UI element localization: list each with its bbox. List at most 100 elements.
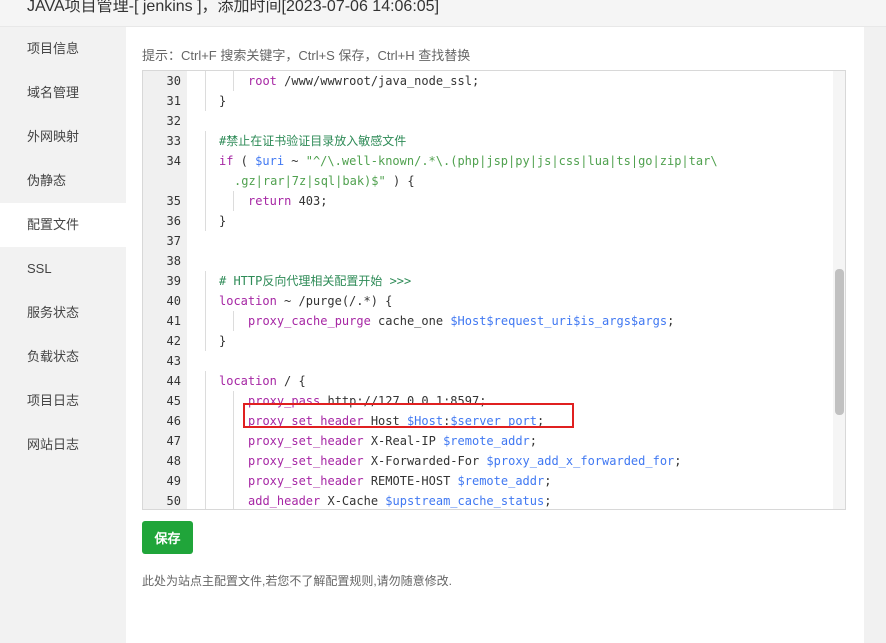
code-token: ~ (284, 154, 306, 168)
indent-guide (205, 411, 206, 431)
code-line[interactable]: 34 if ( $uri ~ "^/\.well-known/.*\.(php|j… (143, 151, 833, 171)
shortcut-hint: 提示：Ctrl+F 搜索关键字，Ctrl+S 保存，Ctrl+H 查找替换 (142, 48, 471, 63)
line-number: 49 (166, 474, 181, 488)
code-text: location / { (219, 371, 306, 391)
line-number: 45 (166, 394, 181, 408)
editor-scrollbar[interactable] (833, 71, 845, 509)
indent-guide (205, 391, 206, 411)
code-text: add_header X-Cache $upstream_cache_statu… (248, 491, 552, 509)
editor-scrollbar-thumb[interactable] (835, 269, 844, 415)
line-number: 39 (166, 274, 181, 288)
code-token: if (219, 154, 234, 168)
code-line[interactable]: 45 proxy_pass http://127.0.0.1:8597; (143, 391, 833, 411)
line-number: 47 (166, 434, 181, 448)
code-token: add_header (248, 494, 321, 508)
code-token: X-Cache (320, 494, 386, 508)
indent-guide (205, 371, 206, 391)
code-token: location (219, 374, 277, 388)
code-line[interactable]: 42} (143, 331, 833, 351)
code-line[interactable]: 39 # HTTP反向代理相关配置开始 >>> (143, 271, 833, 291)
code-token: } (219, 214, 227, 228)
code-line[interactable]: 32 (143, 111, 833, 131)
code-area[interactable]: 30 root /www/wwwroot/java_node_ssl; 31} 32 3… (143, 71, 833, 509)
code-line[interactable]: 46 proxy_set_header Host $Host:$server_po… (143, 411, 833, 431)
code-token: ) { (385, 174, 415, 188)
sidebar-item-external-mapping[interactable]: 外网映射 (0, 115, 126, 159)
sidebar-item-site-log[interactable]: 网站日志 (0, 423, 126, 467)
indent-guide (205, 191, 206, 211)
indent-guide (205, 471, 206, 491)
code-token: return (248, 194, 292, 208)
code-token: } (219, 94, 227, 108)
code-line[interactable]: 47 proxy_set_header X-Real-IP $remote_add… (143, 431, 833, 451)
code-token: "^/\.well-known/.*\.(php|jsp|py|js|css|l… (305, 154, 718, 168)
indent-guide (205, 91, 206, 111)
indent-guide (205, 451, 206, 471)
code-token: ; (529, 434, 538, 448)
sidebar-item-ssl[interactable]: SSL (0, 247, 126, 291)
window-title: JAVA项目管理-[ jenkins ]，添加时间[2023-07-06 14:… (27, 0, 440, 15)
code-token: ; (544, 474, 552, 488)
line-number: 34 (166, 154, 181, 168)
code-token: $uri (255, 154, 285, 168)
indent-guide (233, 471, 234, 491)
line-number: 35 (166, 194, 181, 208)
code-line[interactable]: 41 proxy_cache_purge cache_one $Host$requ… (143, 311, 833, 331)
indent-guide (205, 491, 206, 509)
config-warning-note: 此处为站点主配置文件,若您不了解配置规则,请勿随意修改. (142, 574, 453, 588)
code-token: # HTTP反向代理相关配置开始 >>> (219, 274, 412, 288)
code-token: $remote_addr (457, 474, 545, 488)
sidebar-item-domain-management[interactable]: 域名管理 (0, 71, 126, 115)
code-text: } (219, 91, 226, 111)
indent-guide (233, 411, 234, 431)
code-token: proxy_set_header (248, 454, 364, 468)
code-text: # HTTP反向代理相关配置开始 >>> (219, 271, 411, 291)
sidebar-item-load-status[interactable]: 负载状态 (0, 335, 126, 379)
code-line[interactable]: 31} (143, 91, 833, 111)
code-line[interactable]: .gz|rar|7z|sql|bak)$" ) { (143, 171, 833, 191)
indent-guide (233, 191, 234, 211)
code-token: proxy_set_header (248, 434, 364, 448)
code-line[interactable]: 40 location ~ /purge(/.*) { (143, 291, 833, 311)
code-line[interactable]: 43 (143, 351, 833, 371)
sidebar-item-config-file[interactable]: 配置文件 (0, 203, 126, 247)
code-line[interactable]: 48 proxy_set_header X-Forwarded-For $prox… (143, 451, 833, 471)
code-editor[interactable]: 30 root /www/wwwroot/java_node_ssl; 31} 32 3… (142, 70, 846, 510)
save-button[interactable]: 保存 (142, 521, 193, 554)
code-text: proxy_cache_purge cache_one $Host$reques… (248, 311, 674, 331)
code-line[interactable]: 30 root /www/wwwroot/java_node_ssl; (143, 71, 833, 91)
code-token: ; (544, 494, 552, 508)
code-token: root (248, 74, 277, 88)
indent-guide (233, 451, 234, 471)
indent-guide (233, 431, 234, 451)
code-token: X-Forwarded-For (363, 454, 487, 468)
sidebar-item-service-status[interactable]: 服务状态 (0, 291, 126, 335)
indent-guide (205, 311, 206, 331)
indent-guide (205, 211, 206, 231)
line-number: 30 (166, 74, 181, 88)
code-text: proxy_set_header X-Real-IP $remote_addr; (248, 431, 537, 451)
line-number: 42 (166, 334, 181, 348)
sidebar-item-project-log[interactable]: 项目日志 (0, 379, 126, 423)
code-line[interactable]: 44 location / { (143, 371, 833, 391)
code-token: $Host$request_uri$is_args$args (450, 314, 668, 328)
code-line[interactable]: 38 (143, 251, 833, 271)
code-line[interactable]: 36} (143, 211, 833, 231)
line-number: 36 (166, 214, 181, 228)
code-line[interactable]: 35 return 403; (143, 191, 833, 211)
sidebar-item-project-info[interactable]: 项目信息 (0, 27, 126, 71)
code-line[interactable]: 33 #禁止在证书验证目录放入敏感文件 (143, 131, 833, 151)
code-token: $remote_addr (443, 434, 530, 448)
page-scrollbar[interactable] (864, 27, 886, 643)
code-token: /www/wwwroot/java_node_ssl; (276, 74, 480, 88)
code-line[interactable]: 50 add_header X-Cache $upstream_cache_sta… (143, 491, 833, 509)
code-token: ; (667, 314, 675, 328)
code-token: proxy_set_header (248, 414, 364, 428)
code-token: proxy_cache_purge (248, 314, 371, 328)
code-line[interactable]: 49 proxy_set_header REMOTE-HOST $remote_a… (143, 471, 833, 491)
sidebar-item-rewrite[interactable]: 伪静态 (0, 159, 126, 203)
code-token: proxy_pass (248, 394, 321, 408)
window-titlebar: JAVA项目管理-[ jenkins ]，添加时间[2023-07-06 14:… (0, 0, 886, 27)
line-number: 32 (166, 114, 181, 128)
code-line[interactable]: 37 (143, 231, 833, 251)
